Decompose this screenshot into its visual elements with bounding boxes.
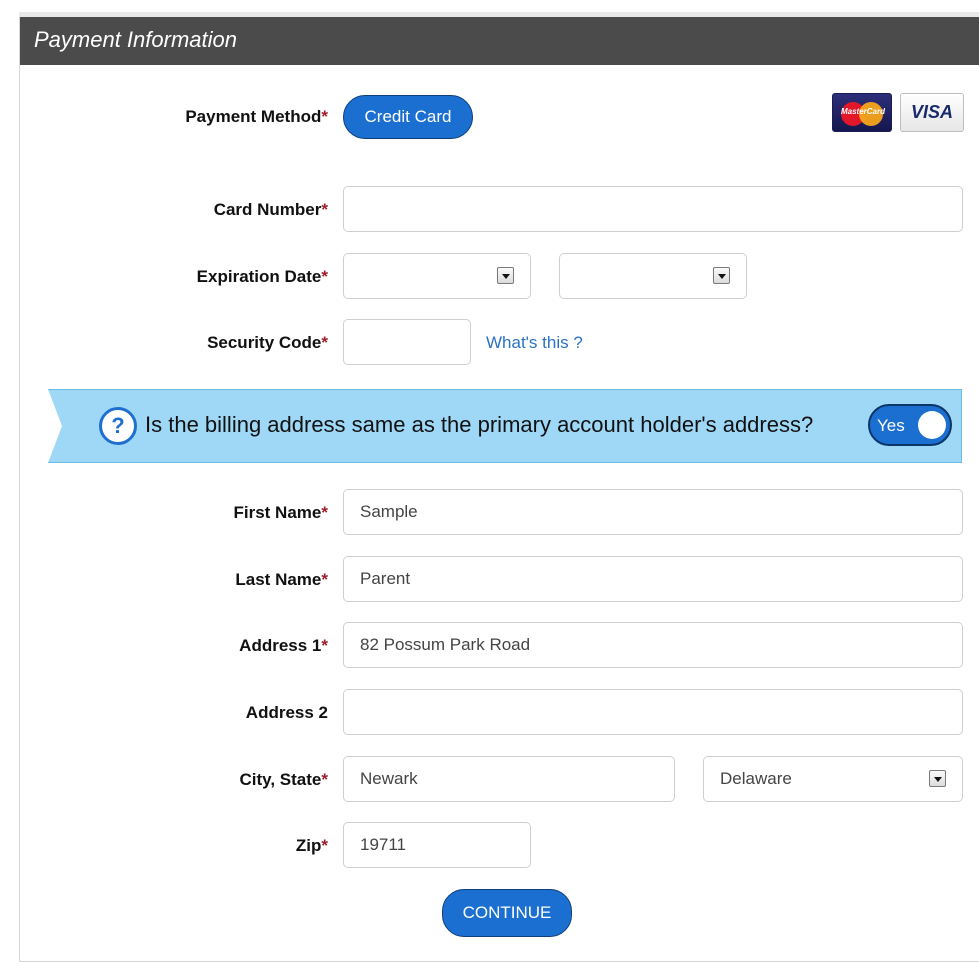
address1-row: Address 1* 82 Possum Park Road [20,622,979,670]
payment-method-label-text: Payment Method [185,107,322,126]
required-marker: * [321,636,328,655]
zip-label-text: Zip [295,836,322,855]
whats-this-link[interactable]: What's this ? [486,333,583,353]
required-marker: * [321,333,328,352]
city-state-row: City, State* Newark Delaware [20,756,979,804]
card-number-label: Card Number* [214,186,328,234]
security-code-label: Security Code* [207,319,328,367]
last-name-label-text: Last Name [235,570,322,589]
address1-label-text: Address 1 [239,636,322,655]
chevron-down-icon[interactable] [929,770,946,787]
last-name-label: Last Name* [235,556,328,604]
card-number-input[interactable] [343,186,963,232]
first-name-input[interactable]: Sample [343,489,963,535]
expiration-month-select[interactable] [343,253,531,299]
panel-title: Payment Information [20,17,979,65]
expiration-label: Expiration Date* [197,253,328,301]
address1-label: Address 1* [239,622,328,670]
required-marker: * [321,200,328,219]
zip-label: Zip* [296,822,328,870]
mastercard-logo: MasterCard [832,93,892,132]
expiration-label-text: Expiration Date [196,267,322,286]
zip-row: Zip* 19711 [20,822,979,870]
required-marker: * [321,570,328,589]
address1-input[interactable]: 82 Possum Park Road [343,622,963,668]
chevron-down-icon[interactable] [497,267,514,284]
required-marker: * [321,770,328,789]
first-name-row: First Name* Sample [20,489,979,537]
state-select-value: Delaware [720,769,792,788]
payment-method-label: Payment Method* [185,93,328,141]
address2-input[interactable] [343,689,963,735]
question-icon: ? [99,407,137,445]
security-code-row: Security Code* What's this ? [20,319,979,367]
first-name-label-text: First Name [233,503,322,522]
card-number-label-text: Card Number [213,200,322,219]
address2-label: Address 2 [245,703,328,722]
required-marker: * [321,503,328,522]
required-marker: * [321,836,328,855]
card-number-row: Card Number* [20,186,979,234]
toggle-knob[interactable] [918,411,946,439]
visa-logo-text: VISA [910,102,953,122]
banner-notch [48,389,62,463]
continue-button[interactable]: CONTINUE [442,889,572,937]
required-marker: * [321,267,328,286]
address2-row: Address 2 [20,689,979,737]
city-input[interactable]: Newark [343,756,675,802]
payment-panel: Payment Information Payment Method* Cred… [19,17,979,962]
billing-question-banner: ? Is the billing address same as the pri… [48,389,962,463]
chevron-down-icon[interactable] [713,267,730,284]
mastercard-logo-text: MasterCard [840,107,885,116]
expiration-row: Expiration Date* [20,253,979,301]
toggle-label: Yes [877,416,905,435]
visa-logo: VISA [900,93,964,132]
required-marker: * [321,107,328,126]
last-name-row: Last Name* Parent [20,556,979,604]
billing-question-text: Is the billing address same as the prima… [145,412,814,437]
city-state-label-text: City, State [239,770,322,789]
billing-same-toggle[interactable]: Yes [868,404,952,446]
credit-card-button[interactable]: Credit Card [343,95,473,139]
state-select[interactable]: Delaware [703,756,963,802]
security-code-input[interactable] [343,319,471,365]
security-code-label-text: Security Code [207,333,322,352]
last-name-input[interactable]: Parent [343,556,963,602]
zip-input[interactable]: 19711 [343,822,531,868]
expiration-year-select[interactable] [559,253,747,299]
first-name-label: First Name* [234,489,329,537]
city-state-label: City, State* [240,756,329,804]
